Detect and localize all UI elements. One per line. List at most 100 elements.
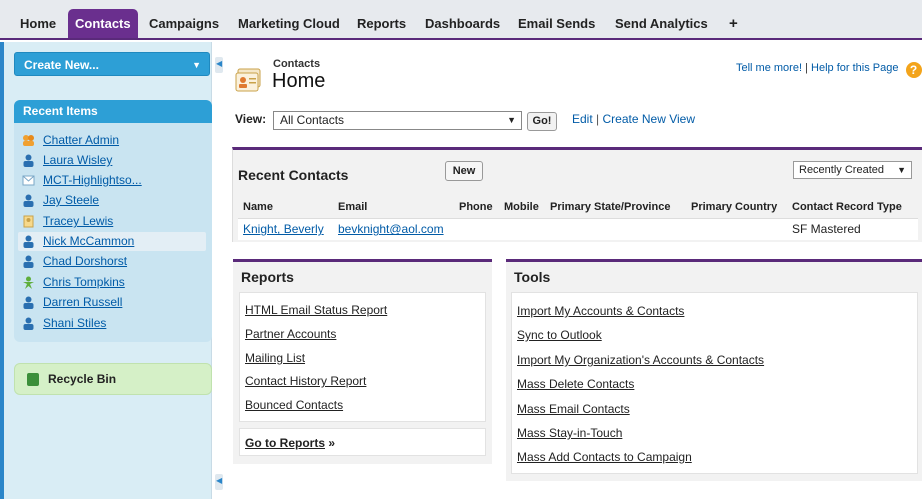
page-object-label: Contacts (273, 58, 321, 70)
recent-item[interactable]: Tracey Lewis (18, 212, 206, 231)
report-link[interactable]: Mailing List (245, 351, 305, 365)
tool-link[interactable]: Mass Stay-in-Touch (517, 426, 622, 440)
add-tab-button[interactable]: + (722, 9, 745, 38)
recent-item-label: Chad Dorshorst (43, 254, 128, 268)
tell-me-more-link[interactable]: Tell me more! (736, 62, 802, 74)
tab-send-analytics[interactable]: Send Analytics (608, 9, 715, 38)
cell-state (545, 218, 686, 240)
sidebar-collapse-handle-bottom[interactable]: ◀ (215, 474, 223, 490)
cell-email: bevknight@aol.com (333, 218, 454, 240)
view-links-separator: | (596, 112, 600, 126)
recycle-bin-label: Recycle Bin (48, 372, 117, 386)
tool-link[interactable]: Mass Add Contacts to Campaign (517, 450, 692, 464)
sidebar-collapse-handle[interactable]: ◀ (215, 57, 223, 73)
recent-item[interactable]: Laura Wisley (18, 151, 206, 170)
recent-item-label: Chatter Admin (43, 133, 120, 147)
tab-dashboards[interactable]: Dashboards (418, 9, 507, 38)
chevron-down-icon: ▼ (897, 165, 906, 175)
view-select-value: All Contacts (280, 113, 345, 127)
contact-icon (23, 235, 34, 248)
tab-contacts[interactable]: Contacts (68, 9, 138, 38)
contact-name-link[interactable]: Knight, Beverly (243, 222, 324, 236)
contact-email-link[interactable]: bevknight@aol.com (338, 222, 444, 236)
create-new-view-link[interactable]: Create New View (603, 112, 695, 126)
report-link[interactable]: Bounced Contacts (245, 398, 343, 412)
tools-title: Tools (514, 269, 551, 285)
view-select[interactable]: All Contacts ▼ (273, 111, 522, 130)
top-tab-bar: Home Contacts Campaigns Marketing Cloud … (0, 0, 922, 40)
tab-home[interactable]: Home (13, 9, 63, 38)
recycle-bin-icon (27, 373, 39, 386)
recent-item-label: Darren Russell (43, 295, 123, 309)
tab-campaigns[interactable]: Campaigns (142, 9, 226, 38)
user-icon (23, 276, 34, 289)
recent-item[interactable]: Jay Steele (18, 191, 206, 210)
cell-mobile (499, 218, 545, 240)
cell-record-type: SF Mastered (787, 218, 918, 240)
column-header-mobile: Mobile (499, 197, 545, 219)
recent-item[interactable]: Nick McCammon (18, 232, 206, 251)
recent-item[interactable]: Chris Tompkins (18, 273, 206, 292)
view-label: View: (235, 112, 267, 126)
column-header-record-type: Contact Record Type (787, 197, 918, 219)
recent-item[interactable]: MCT-Highlightso... (18, 171, 206, 190)
recent-item[interactable]: Chatter Admin (18, 131, 206, 150)
column-header-email: Email (333, 197, 454, 219)
tool-link[interactable]: Mass Email Contacts (517, 402, 630, 416)
chevron-down-icon: ▼ (192, 60, 201, 70)
report-link[interactable]: Partner Accounts (245, 327, 336, 341)
help-icon[interactable]: ? (905, 62, 922, 78)
column-header-name: Name (238, 197, 333, 219)
create-new-dropdown[interactable]: Create New... ▼ (14, 52, 210, 76)
recent-contacts-sort-select[interactable]: Recently Created ▼ (793, 161, 912, 179)
tab-marketing-cloud[interactable]: Marketing Cloud (231, 9, 347, 38)
recent-contacts-title: Recent Contacts (238, 167, 349, 183)
lead-icon (23, 215, 34, 228)
cell-phone (454, 218, 499, 240)
go-to-reports-link[interactable]: Go to Reports (245, 436, 325, 450)
sidebar-edge (0, 42, 4, 499)
recent-item[interactable]: Chad Dorshorst (18, 252, 206, 271)
tab-email-sends[interactable]: Email Sends (511, 9, 602, 38)
contacts-card-icon (235, 68, 261, 92)
cell-country (686, 218, 787, 240)
recent-item[interactable]: Darren Russell (18, 293, 206, 312)
go-to-reports: Go to Reports » (245, 436, 335, 450)
edit-view-link[interactable]: Edit (572, 112, 593, 126)
column-header-state: Primary State/Province (545, 197, 686, 219)
recent-item-label: Tracey Lewis (43, 214, 114, 228)
report-link[interactable]: Contact History Report (245, 374, 366, 388)
recent-item-label: Chris Tompkins (43, 275, 125, 289)
email-icon (22, 175, 35, 186)
recent-item-label: Jay Steele (43, 193, 100, 207)
tool-link[interactable]: Import My Organization's Accounts & Cont… (517, 353, 764, 367)
contact-icon (23, 154, 34, 167)
recent-contacts-table: Name Email Phone Mobile Primary State/Pr… (238, 197, 918, 240)
column-header-country: Primary Country (686, 197, 787, 219)
tool-link[interactable]: Sync to Outlook (517, 328, 602, 342)
help-for-page-link[interactable]: Help for this Page (811, 62, 898, 74)
help-separator: | (805, 62, 808, 74)
tab-reports[interactable]: Reports (350, 9, 413, 38)
reports-title: Reports (241, 269, 294, 285)
table-row: Knight, Beverly bevknight@aol.com SF Mas… (238, 218, 918, 240)
go-button[interactable]: Go! (527, 112, 557, 131)
column-header-phone: Phone (454, 197, 499, 219)
tool-link[interactable]: Mass Delete Contacts (517, 377, 634, 391)
new-contact-button[interactable]: New (445, 161, 483, 181)
chevron-left-icon: ◀ (216, 59, 223, 68)
recycle-bin[interactable]: Recycle Bin (14, 363, 212, 395)
table-header-row: Name Email Phone Mobile Primary State/Pr… (238, 197, 918, 219)
recent-item-label: Nick McCammon (43, 234, 135, 248)
recent-item-label: MCT-Highlightso... (43, 173, 142, 187)
report-link[interactable]: HTML Email Status Report (245, 303, 387, 317)
group-icon (23, 135, 34, 146)
contact-icon (23, 317, 34, 330)
help-links: Tell me more! | Help for this Page ? (736, 62, 922, 78)
contact-icon (23, 296, 34, 309)
cell-name: Knight, Beverly (238, 218, 333, 240)
contact-icon (23, 194, 34, 207)
recent-item[interactable]: Shani Stiles (18, 314, 206, 333)
tool-link[interactable]: Import My Accounts & Contacts (517, 304, 684, 318)
recent-items-title: Recent Items (14, 100, 212, 123)
